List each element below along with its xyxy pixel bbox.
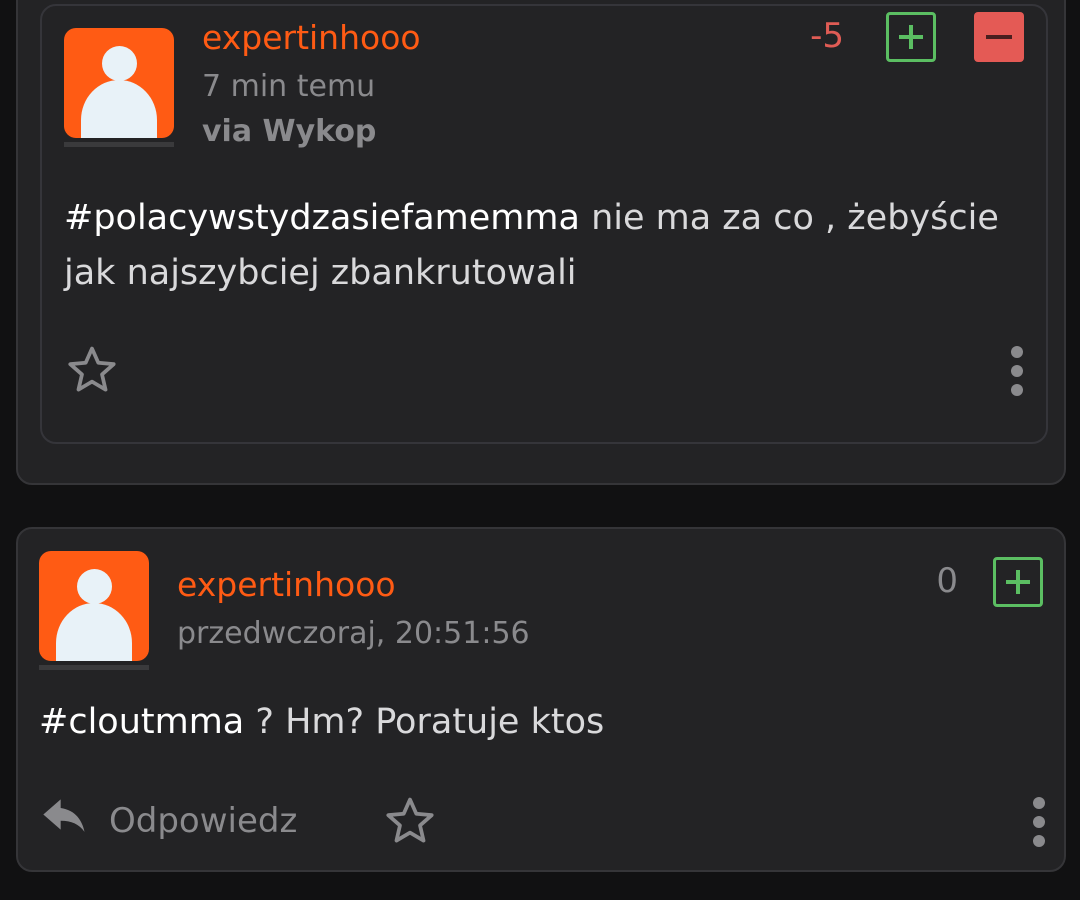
comment-card: expertinhooo 7 min temu via Wykop -5 #po… [40,4,1048,444]
more-vertical-icon[interactable] [1029,797,1049,847]
plus-vote-icon[interactable] [886,12,936,62]
author-name[interactable]: expertinhooo [202,18,421,58]
more-vertical-icon[interactable] [1007,346,1027,396]
source-label: via Wykop [202,113,376,151]
comment-body: ? Hm? Poratuje ktos [244,702,605,742]
vote-score: -5 [810,16,844,56]
timestamp: przedwczoraj, 20:51:56 [177,616,530,651]
minus-vote-icon[interactable] [974,12,1024,62]
vote-score: 0 [936,561,958,601]
timestamp: 7 min temu [202,69,376,104]
reply-icon[interactable] [39,799,91,843]
avatar[interactable] [39,551,149,671]
star-icon[interactable] [382,793,438,849]
user-avatar-icon [39,551,149,661]
user-avatar-icon [64,28,174,138]
star-icon[interactable] [64,342,120,398]
author-name[interactable]: expertinhooo [177,565,396,605]
comment-card: expertinhooo przedwczoraj, 20:51:56 0 #c… [16,527,1066,872]
reply-button[interactable]: Odpowiedz [109,801,297,841]
comment-text: #polacywstydzasiefamemma nie ma za co , … [64,191,1024,301]
parent-card: expertinhooo 7 min temu via Wykop -5 #po… [16,0,1066,485]
avatar[interactable] [64,28,174,148]
plus-vote-icon[interactable] [993,557,1043,607]
hashtag-link[interactable]: #cloutmma [39,702,244,742]
source-name: Wykop [262,114,377,149]
hashtag-link[interactable]: #polacywstydzasiefamemma [64,198,580,238]
source-prefix: via [202,114,263,149]
comment-text: #cloutmma ? Hm? Poratuje ktos [39,695,1019,750]
